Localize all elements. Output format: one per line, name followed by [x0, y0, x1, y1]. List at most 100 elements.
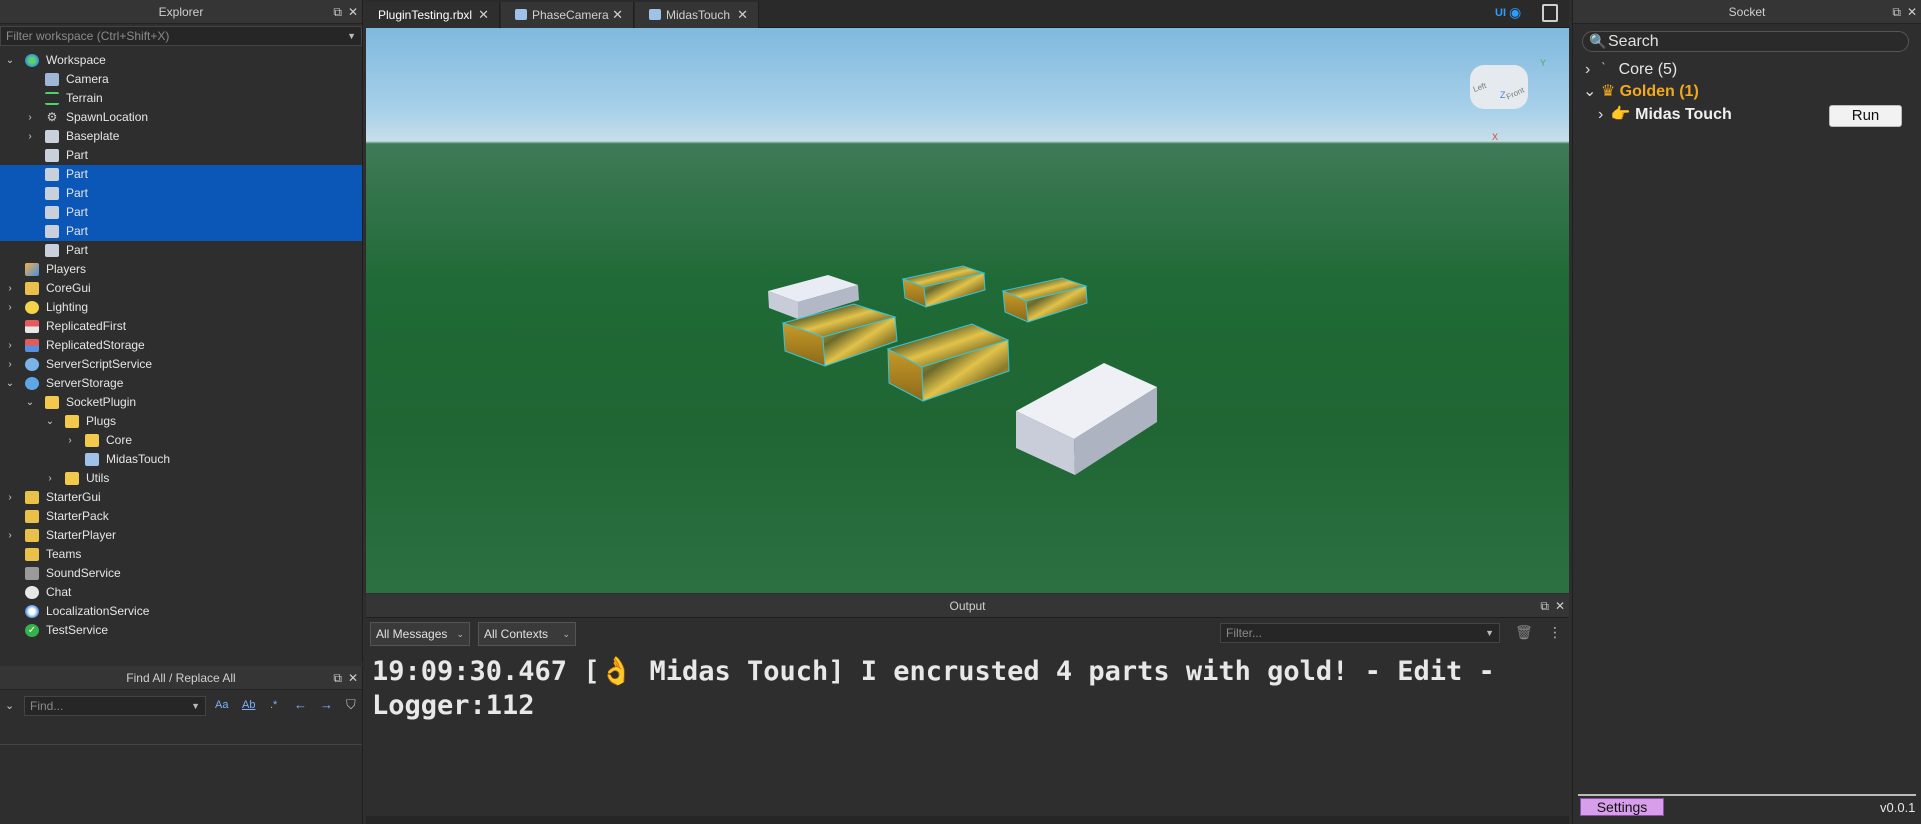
chevron-right-icon[interactable]: ›: [4, 488, 16, 507]
tree-item-part-selected[interactable]: Part: [0, 184, 362, 203]
contexts-filter-dropdown[interactable]: All Contexts ⌄: [478, 622, 576, 646]
settings-button[interactable]: Settings: [1580, 798, 1664, 816]
tree-item-workspace[interactable]: ⌄ Workspace: [0, 51, 362, 70]
tree-item-part-selected[interactable]: Part: [0, 203, 362, 222]
chevron-right-icon[interactable]: ›: [4, 355, 16, 374]
chevron-right-icon[interactable]: ›: [64, 431, 76, 450]
chevron-down-icon[interactable]: ⌄: [4, 374, 16, 393]
chevron-down-icon[interactable]: ⌄: [44, 412, 56, 431]
undock-icon[interactable]: ⧉: [333, 666, 342, 690]
close-icon[interactable]: ✕: [348, 666, 358, 690]
match-case-toggle[interactable]: Aa: [215, 699, 228, 711]
find-input[interactable]: Find... ▼: [24, 696, 206, 716]
tree-item-baseplate[interactable]: › Baseplate: [0, 127, 362, 146]
chevron-right-icon[interactable]: ›: [4, 298, 16, 317]
chevron-right-icon[interactable]: ›: [4, 279, 16, 298]
chevron-down-icon[interactable]: ▼: [191, 697, 200, 715]
tree-item-serverscriptservice[interactable]: › ServerScriptService: [0, 355, 362, 374]
chevron-down-icon[interactable]: ⌄: [4, 51, 16, 70]
view-cube[interactable]: Left Front: [1470, 65, 1528, 109]
tree-item-midastouch[interactable]: MidasTouch: [0, 450, 362, 469]
tree-item-spawnlocation[interactable]: › ⚙ SpawnLocation: [0, 108, 362, 127]
tree-item-replicatedfirst[interactable]: ReplicatedFirst: [0, 317, 362, 336]
close-icon[interactable]: ✕: [612, 2, 623, 28]
undock-icon[interactable]: ⧉: [1540, 594, 1549, 618]
tree-item-socketplugin[interactable]: ⌄ SocketPlugin: [0, 393, 362, 412]
trash-icon[interactable]: 🗑: [1515, 624, 1533, 641]
chevron-right-icon[interactable]: ›: [1598, 106, 1603, 123]
chevron-right-icon[interactable]: ›: [44, 469, 56, 488]
tree-item-starterpack[interactable]: StarterPack: [0, 507, 362, 526]
tree-item-startergui[interactable]: › StarterGui: [0, 488, 362, 507]
filter-icon[interactable]: ⛉: [346, 697, 356, 713]
tree-item-localizationservice[interactable]: LocalizationService: [0, 602, 362, 621]
tree-item-part-selected[interactable]: Part: [0, 222, 362, 241]
chevron-down-icon[interactable]: ⌄: [24, 393, 36, 412]
tree-item-lighting[interactable]: › Lighting: [0, 298, 362, 317]
output-log-line: 19:09:30.467 [👌 Midas Touch] I encrusted…: [372, 656, 1495, 721]
close-icon[interactable]: ✕: [1907, 0, 1917, 24]
whole-word-toggle[interactable]: Ab: [242, 699, 255, 711]
tree-item-teams[interactable]: Teams: [0, 545, 362, 564]
tab-midastouch[interactable]: MidasTouch ✕: [635, 2, 759, 28]
tree-item-starterplayer[interactable]: › StarterPlayer: [0, 526, 362, 545]
tree-item-replicatedstorage[interactable]: › ReplicatedStorage: [0, 336, 362, 355]
eye-icon[interactable]: ◉: [1509, 4, 1521, 21]
tree-item-soundservice[interactable]: SoundService: [0, 564, 362, 583]
folder-icon: [65, 472, 79, 485]
previous-arrow-icon[interactable]: ←: [294, 697, 307, 712]
tree-item-part[interactable]: Part: [0, 241, 362, 260]
close-icon[interactable]: ✕: [1555, 594, 1565, 618]
tree-item-chat[interactable]: Chat: [0, 583, 362, 602]
messages-filter-dropdown[interactable]: All Messages ⌄: [370, 622, 470, 646]
gray-part[interactable]: [1016, 363, 1157, 475]
tab-plugintesting[interactable]: PluginTesting.rbxl ✕: [366, 2, 500, 28]
run-button[interactable]: Run: [1829, 105, 1902, 127]
tree-item-camera[interactable]: Camera: [0, 70, 362, 89]
output-filter-input[interactable]: Filter... ▼: [1220, 623, 1500, 643]
explorer-filter-input[interactable]: Filter workspace (Ctrl+Shift+X) ▼: [0, 26, 362, 46]
next-arrow-icon[interactable]: →: [320, 697, 333, 712]
close-icon[interactable]: ✕: [737, 2, 748, 28]
device-emulator-icon[interactable]: [1542, 4, 1558, 22]
socket-search-input[interactable]: 🔍 Search: [1582, 31, 1909, 52]
tree-item-serverstorage[interactable]: ⌄ ServerStorage: [0, 374, 362, 393]
chevron-right-icon[interactable]: ›: [24, 108, 36, 127]
chevron-right-icon[interactable]: ›: [1585, 61, 1590, 78]
tree-item-label: Part: [66, 243, 89, 257]
output-filter-placeholder: Filter...: [1226, 626, 1263, 640]
close-icon[interactable]: ✕: [478, 2, 489, 28]
chevron-down-icon[interactable]: ⌄: [5, 699, 14, 712]
chevron-right-icon[interactable]: ›: [4, 526, 16, 545]
3d-viewport[interactable]: Left Front Y Z X: [366, 28, 1569, 593]
socket-category-core[interactable]: › ˋ Core (5): [1585, 59, 1677, 81]
gold-part[interactable]: [886, 323, 1010, 402]
chevron-right-icon[interactable]: ›: [24, 127, 36, 146]
tree-item-label: Core: [106, 433, 133, 447]
tree-item-coregui[interactable]: › CoreGui: [0, 279, 362, 298]
ui-visibility-toggle[interactable]: UI: [1495, 7, 1506, 19]
tree-item-players[interactable]: Players: [0, 260, 362, 279]
output-scrollbar[interactable]: [366, 816, 1569, 824]
close-icon[interactable]: ✕: [348, 0, 358, 24]
chevron-down-icon[interactable]: ⌄: [1583, 83, 1596, 100]
gold-part[interactable]: [1001, 277, 1088, 323]
socket-category-golden[interactable]: ⌄ ♛ Golden (1): [1583, 81, 1699, 103]
tree-item-utils[interactable]: › Utils: [0, 469, 362, 488]
tab-phasecamera[interactable]: PhaseCamera ✕: [501, 2, 634, 28]
tree-item-testservice[interactable]: ✓ TestService: [0, 621, 362, 640]
tree-item-part-selected[interactable]: Part: [0, 165, 362, 184]
undock-icon[interactable]: ⧉: [333, 0, 342, 24]
regex-toggle[interactable]: .*: [270, 699, 277, 711]
tree-item-core[interactable]: › Core: [0, 431, 362, 450]
chevron-right-icon[interactable]: ›: [4, 336, 16, 355]
tree-item-plugs[interactable]: ⌄ Plugs: [0, 412, 362, 431]
more-options-icon[interactable]: ⋮: [1548, 624, 1562, 641]
chevron-down-icon[interactable]: ▼: [1485, 624, 1494, 642]
chevron-down-icon[interactable]: ▼: [347, 27, 356, 45]
tree-item-part[interactable]: Part: [0, 146, 362, 165]
undock-icon[interactable]: ⧉: [1892, 0, 1901, 24]
socket-plug-midas-touch[interactable]: › 👉 Midas Touch: [1598, 104, 1732, 126]
tree-item-terrain[interactable]: Terrain: [0, 89, 362, 108]
gold-part[interactable]: [901, 265, 986, 308]
